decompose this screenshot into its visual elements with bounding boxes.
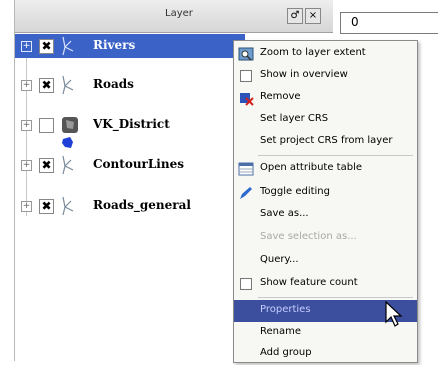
line-layer-icon [62,155,74,175]
menu-label: Save selection as... [260,231,357,242]
expander-icon[interactable]: + [21,120,32,131]
layer-row-vk-district[interactable]: + VK_District [15,113,245,137]
layer-visibility-checkbox[interactable]: ✖ [39,39,54,54]
menu-item-query[interactable]: Query... [234,250,417,272]
checkbox-icon[interactable] [240,278,252,290]
menu-label: Query... [260,254,299,265]
layer-visibility-checkbox[interactable]: ✖ [39,199,54,214]
expander-icon[interactable]: + [21,160,32,171]
menu-item-show-in-overview[interactable]: Show in overview [234,65,417,87]
menu-item-show-feature-count[interactable]: Show feature count [234,273,417,295]
menu-item-toggle-editing[interactable]: Toggle editing [234,182,417,204]
top-input-value: 0 [351,15,359,29]
layer-row-roads[interactable]: + ✖ Roads [15,73,245,97]
menu-item-set-project-crs[interactable]: Set project CRS from layer [234,131,417,153]
district-legend-icon [62,137,73,148]
menu-label: Set layer CRS [260,113,329,124]
polygon-layer-icon [62,117,78,133]
menu-item-remove[interactable]: Remove [234,87,417,109]
layer-visibility-checkbox[interactable]: ✖ [39,158,54,173]
menu-item-open-attribute-table[interactable]: Open attribute table [234,158,417,180]
layer-visibility-checkbox[interactable] [39,118,54,133]
menu-item-set-layer-crs[interactable]: Set layer CRS [234,109,417,131]
expander-icon[interactable]: + [21,80,32,91]
expander-icon[interactable]: + [21,201,32,212]
layer-visibility-checkbox[interactable]: ✖ [39,78,54,93]
layer-name: Roads [93,77,134,91]
menu-label: Show feature count [260,277,358,288]
menu-item-save-selection-as: Save selection as... [234,227,417,249]
checkbox-icon[interactable] [240,70,252,82]
layer-row-rivers[interactable]: + ✖ Rivers [15,34,245,58]
layer-name: Rivers [93,38,136,52]
menu-separator [258,297,413,298]
float-button[interactable]: ♂ [287,8,303,24]
menu-item-zoom-to-layer-extent[interactable]: Zoom to layer extent [234,43,417,65]
top-input[interactable]: 0 [340,12,438,34]
menu-separator [258,155,413,156]
menu-label: Add group [260,347,312,358]
menu-label: Properties [260,304,311,315]
pencil-icon [240,187,252,199]
layer-name: Roads_general [93,198,191,212]
menu-item-add-group[interactable]: Add group [234,343,417,365]
panel-titlebar: Layer ♂ × [15,0,333,33]
table-icon [238,162,254,176]
menu-label: Show in overview [260,69,348,80]
zoom-extent-icon [238,47,254,61]
menu-item-save-as[interactable]: Save as... [234,204,417,226]
mouse-cursor-icon [385,300,403,327]
menu-label: Save as... [260,208,309,219]
layer-name: ContourLines [93,157,184,171]
menu-label: Open attribute table [260,162,363,173]
menu-label: Set project CRS from layer [260,135,393,146]
close-button[interactable]: × [305,8,321,24]
line-layer-icon [62,196,74,216]
panel-title: Layer [165,8,193,19]
line-layer-icon [62,36,74,56]
menu-label: Remove [260,91,301,102]
line-layer-icon [62,75,74,95]
expander-icon[interactable]: + [21,41,32,52]
layer-row-contourlines[interactable]: + ✖ ContourLines [15,153,245,177]
remove-icon [240,93,254,106]
menu-label: Toggle editing [260,186,330,197]
layer-row-roads-general[interactable]: + ✖ Roads_general [15,194,245,218]
menu-label: Rename [260,326,302,337]
menu-label: Zoom to layer extent [260,47,366,58]
layer-name: VK_District [93,117,170,131]
